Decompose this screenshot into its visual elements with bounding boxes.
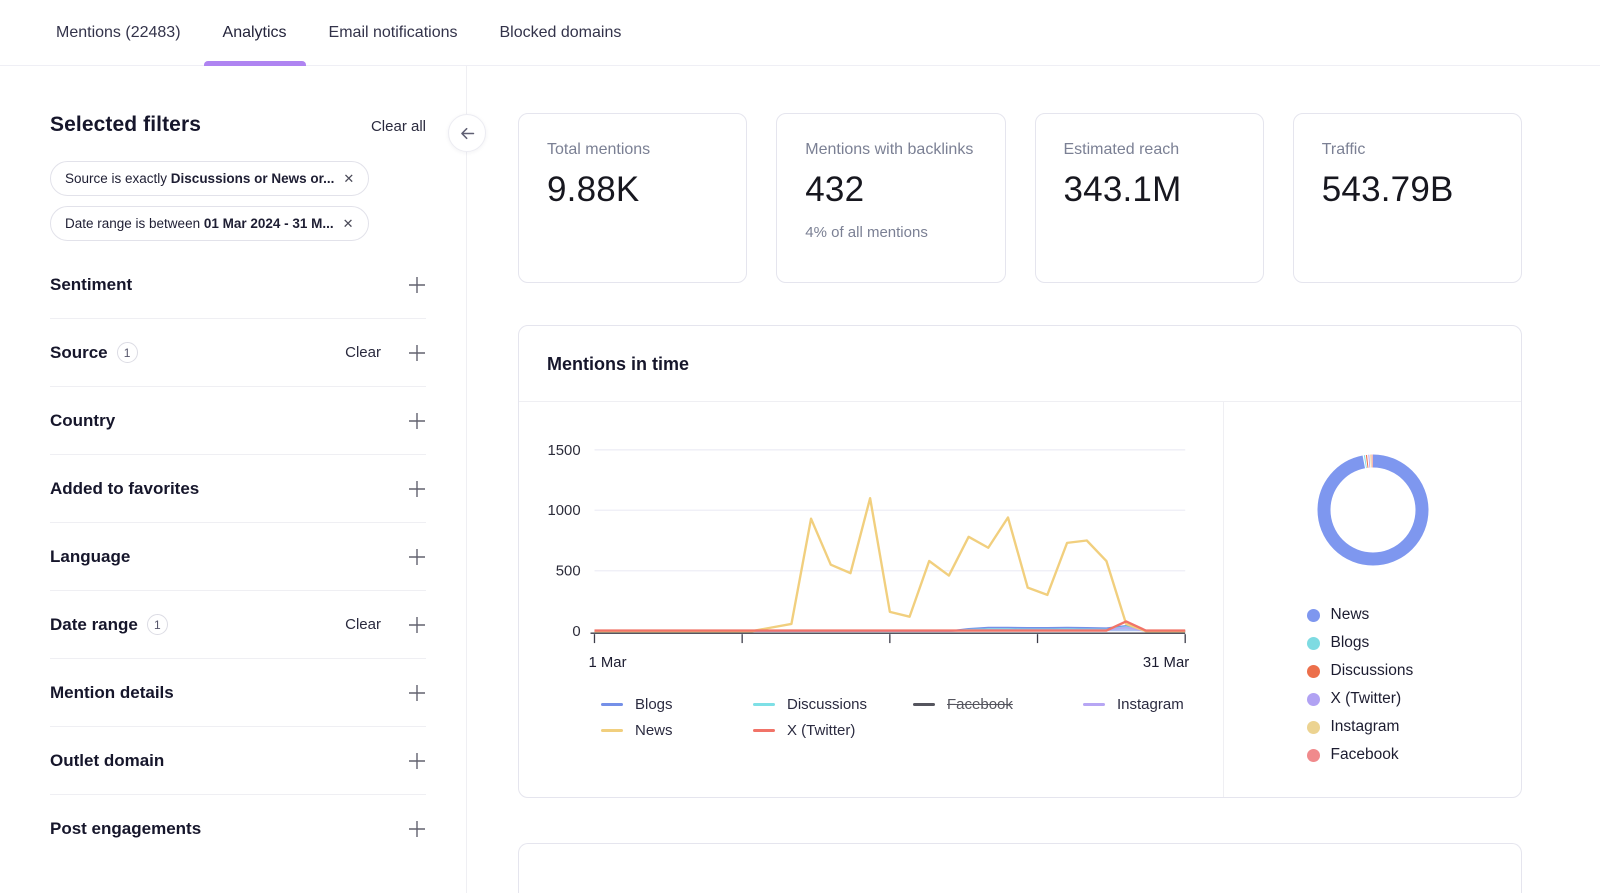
filter-list: Sentiment Source 1 Clear Country Added t… [50,251,426,863]
stat-card-traffic: Traffic 543.79B [1293,113,1522,283]
filter-row-post-engagements[interactable]: Post engagements [50,795,426,863]
legend-dash [913,703,935,706]
donut-chart-svg [1315,452,1431,568]
analytics-main: Total mentions 9.88K Mentions with backl… [468,66,1600,893]
legend-item-x-twitter[interactable]: X (Twitter) [753,722,913,739]
close-icon[interactable]: ✕ [343,172,354,185]
legend-item-news[interactable]: News [601,722,753,739]
chip-text: Source is exactly Discussions or News or… [65,171,334,186]
stat-value: 9.88K [547,170,718,210]
line-chart-legend: Blogs Discussions Facebook Instagram [601,696,1209,739]
legend-dash [601,703,623,706]
plus-icon[interactable] [408,684,426,702]
donut-legend-instagram[interactable]: Instagram [1307,718,1439,736]
donut-legend-news[interactable]: News [1307,606,1439,624]
filter-row-added-to-favorites[interactable]: Added to favorites [50,455,426,523]
next-section-card [518,843,1522,893]
filter-row-language[interactable]: Language [50,523,426,591]
filters-sidebar: Selected filters Clear all Source is exa… [0,66,467,893]
chip-text: Date range is between 01 Mar 2024 - 31 M… [65,216,334,231]
plus-icon[interactable] [408,616,426,634]
stat-subtext: 4% of all mentions [805,224,976,241]
svg-text:1 Mar: 1 Mar [589,655,627,671]
legend-dot [1307,721,1320,734]
legend-dot [1307,637,1320,650]
filter-chip-date-range[interactable]: Date range is between 01 Mar 2024 - 31 M… [50,206,369,241]
plus-icon[interactable] [408,820,426,838]
stat-value: 432 [805,170,976,210]
legend-dot [1307,609,1320,622]
stat-card-total-mentions: Total mentions 9.88K [518,113,747,283]
plus-icon[interactable] [408,412,426,430]
legend-item-facebook-disabled[interactable]: Facebook [913,696,1083,713]
legend-item-blogs[interactable]: Blogs [601,696,753,713]
donut-legend-facebook[interactable]: Facebook [1307,746,1439,764]
mentions-in-time-card: Mentions in time 0 500 1000 1500 1 Mar 31 Mar… [518,325,1522,798]
sources-donut-pane: News Blogs Discussions X (Twitter) [1223,402,1521,797]
stat-card-estimated-reach: Estimated reach 343.1M [1035,113,1264,283]
tab-blocked-domains[interactable]: Blocked domains [479,0,643,66]
donut-legend-discussions[interactable]: Discussions [1307,662,1439,680]
selected-filters-title: Selected filters [50,113,201,137]
legend-dot [1307,749,1320,762]
legend-dot [1307,693,1320,706]
tab-email-notifications[interactable]: Email notifications [308,0,479,66]
legend-dash [1083,703,1105,706]
stat-card-mentions-with-backlinks: Mentions with backlinks 432 4% of all me… [776,113,1005,283]
legend-dash [753,703,775,706]
filter-row-sentiment[interactable]: Sentiment [50,251,426,319]
stat-cards-row: Total mentions 9.88K Mentions with backl… [518,113,1522,283]
filter-count-badge: 1 [147,614,168,635]
tab-mentions[interactable]: Mentions (22483) [35,0,202,66]
svg-text:1500: 1500 [548,443,581,459]
tab-bar: Mentions (22483) Analytics Email notific… [0,0,1600,66]
plus-icon[interactable] [408,752,426,770]
plus-icon[interactable] [408,276,426,294]
filter-row-date-range[interactable]: Date range 1 Clear [50,591,426,659]
legend-item-instagram[interactable]: Instagram [1083,696,1209,713]
plus-icon[interactable] [408,344,426,362]
stat-value: 343.1M [1064,170,1235,210]
tab-analytics[interactable]: Analytics [202,0,308,66]
clear-filter-button[interactable]: Clear [345,616,381,633]
plus-icon[interactable] [408,548,426,566]
stat-value: 543.79B [1322,170,1493,210]
clear-filter-button[interactable]: Clear [345,344,381,361]
filter-count-badge: 1 [117,342,138,363]
svg-text:500: 500 [556,564,581,580]
clear-all-button[interactable]: Clear all [371,118,426,135]
donut-legend-blogs[interactable]: Blogs [1307,634,1439,652]
legend-dot [1307,665,1320,678]
chart-title: Mentions in time [547,354,1493,375]
line-chart-svg: 0 500 1000 1500 1 Mar 31 Mar [535,428,1209,694]
filter-row-mention-details[interactable]: Mention details [50,659,426,727]
filter-row-outlet-domain[interactable]: Outlet domain [50,727,426,795]
collapse-sidebar-button[interactable] [448,114,486,152]
plus-icon[interactable] [408,480,426,498]
legend-dash [601,729,623,732]
donut-legend-x-twitter[interactable]: X (Twitter) [1307,690,1439,708]
svg-text:1000: 1000 [548,503,581,519]
filter-row-source[interactable]: Source 1 Clear [50,319,426,387]
filter-row-country[interactable]: Country [50,387,426,455]
filter-chip-source[interactable]: Source is exactly Discussions or News or… [50,161,369,196]
arrow-left-icon [458,124,477,143]
close-icon[interactable]: ✕ [343,217,354,230]
svg-text:31 Mar: 31 Mar [1143,655,1189,671]
line-chart: 0 500 1000 1500 1 Mar 31 Mar Blogs Discussion… [519,402,1223,797]
donut-legend: News Blogs Discussions X (Twitter) [1307,606,1439,764]
legend-dash [753,729,775,732]
svg-text:0: 0 [572,624,580,640]
legend-item-discussions[interactable]: Discussions [753,696,913,713]
